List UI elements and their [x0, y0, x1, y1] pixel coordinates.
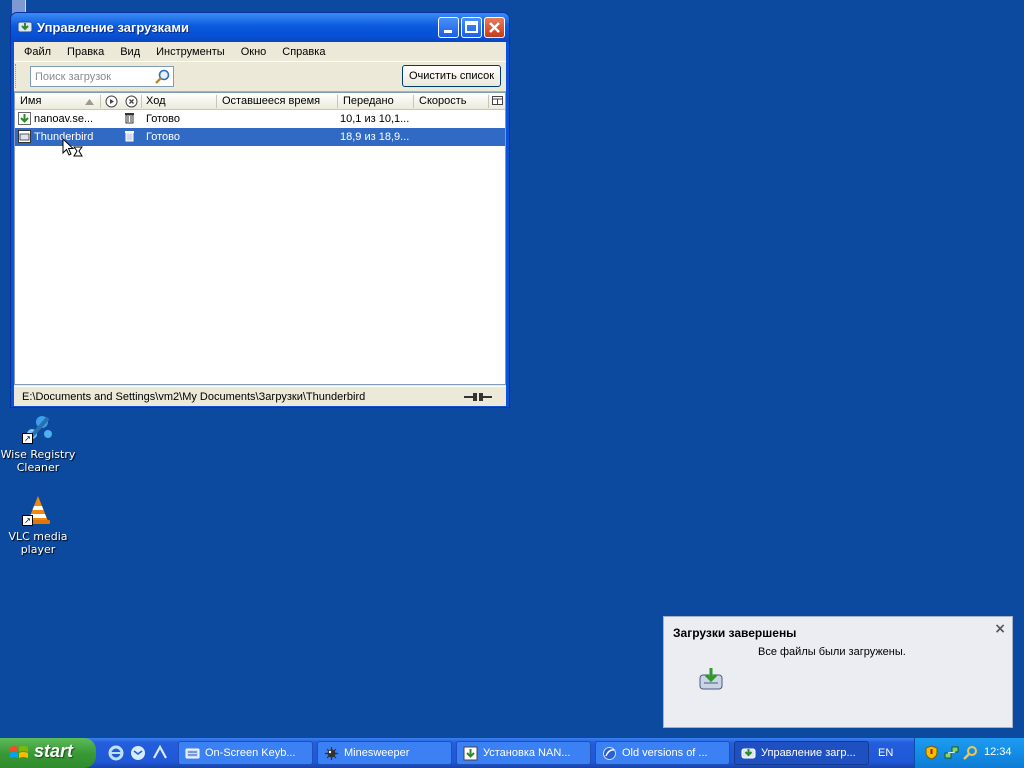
menu-view[interactable]: Вид	[112, 46, 148, 58]
window-body: Файл Правка Вид Инструменты Окно Справка…	[14, 42, 506, 406]
list-item[interactable]: Thunderbird Готово 18,9 из 18,9...	[15, 128, 505, 146]
file-status: Готово	[146, 131, 180, 143]
file-transferred: 18,9 из 18,9...	[340, 131, 410, 143]
status-bar: E:\Documents and Settings\vm2\My Documen…	[14, 386, 506, 406]
start-label: start	[34, 741, 74, 761]
clock: 12:34	[984, 746, 1012, 758]
language-indicator[interactable]: EN	[878, 747, 893, 759]
menu-bar: Файл Правка Вид Инструменты Окно Справка	[14, 42, 506, 62]
menu-help[interactable]: Справка	[274, 46, 333, 58]
column-progress[interactable]: Ход	[146, 95, 166, 107]
security-shield-icon[interactable]	[924, 745, 939, 760]
maximize-button[interactable]	[461, 17, 482, 38]
column-transferred[interactable]: Передано	[343, 95, 394, 107]
search-icon[interactable]	[154, 68, 171, 85]
desktop-icon-vlc[interactable]: ↗ VLC media player	[0, 494, 76, 556]
taskbar-button-label: On-Screen Keyb...	[205, 747, 296, 759]
network-icon[interactable]	[944, 745, 959, 760]
maximize-icon	[465, 21, 478, 33]
internet-explorer-icon[interactable]	[107, 744, 125, 762]
column-name[interactable]: Имя	[20, 95, 41, 107]
close-icon	[489, 22, 500, 33]
file-transferred: 10,1 из 10,1...	[340, 113, 410, 125]
sort-arrow-icon	[85, 99, 94, 105]
shortcut-arrow-icon: ↗	[22, 515, 33, 526]
menu-file[interactable]: Файл	[16, 46, 59, 58]
browser-icon	[603, 747, 616, 760]
notification-close-icon[interactable]: ×	[994, 621, 1006, 637]
desktop-icon-wise-registry[interactable]: ↗ Wise Registry Cleaner	[0, 412, 76, 474]
shortcut-arrow-icon: ↗	[22, 433, 33, 444]
window-title: Управление загрузками	[37, 20, 190, 35]
search-placeholder: Поиск загрузок	[35, 71, 112, 83]
taskbar: start On-Screen Keyb... Minesweeper Уста…	[0, 738, 1024, 768]
taskbar-button-browser[interactable]: Old versions of ...	[595, 741, 730, 765]
toolbar-grip[interactable]	[15, 64, 19, 88]
status-path: E:\Documents and Settings\vm2\My Documen…	[22, 391, 366, 403]
plug-icon	[464, 393, 492, 401]
title-bar[interactable]: Управление загрузками	[11, 13, 509, 42]
system-tray: 12:34	[914, 738, 1024, 768]
file-status: Готово	[146, 113, 180, 125]
wise-registry-icon: ↗	[22, 412, 54, 444]
desktop-icon-label: VLC media player	[8, 530, 68, 556]
exe-file-icon	[18, 130, 31, 143]
minimize-icon	[444, 30, 452, 33]
taskbar-button-downloads[interactable]: Управление загр...	[734, 741, 869, 765]
windows-logo-icon	[10, 746, 28, 758]
notification-title: Загрузки завершены	[673, 626, 797, 640]
mouse-cursor-icon	[62, 138, 83, 157]
download-complete-icon	[699, 668, 723, 690]
mine-icon	[325, 747, 338, 760]
file-name: nanoav.se...	[34, 113, 94, 125]
taskbar-button-installer[interactable]: Установка NAN...	[456, 741, 591, 765]
vlc-cone-icon: ↗	[22, 494, 54, 526]
resume-all-icon[interactable]	[105, 95, 118, 108]
downloads-list: Имя Ход Оставшееся время Передано Скорос…	[14, 92, 506, 385]
download-file-icon	[18, 112, 31, 125]
menu-window[interactable]: Окно	[233, 46, 275, 58]
list-item[interactable]: nanoav.se... Готово 10,1 из 10,1...	[15, 110, 505, 128]
taskbar-button-label: Установка NAN...	[483, 747, 571, 759]
notification-body: Все файлы были загружены.	[758, 646, 906, 658]
search-tray-icon[interactable]	[963, 745, 978, 760]
downloads-app-icon	[17, 21, 33, 33]
list-header: Имя Ход Оставшееся время Передано Скорос…	[15, 93, 505, 110]
trash-icon[interactable]	[125, 130, 134, 142]
column-picker-icon[interactable]	[492, 96, 503, 107]
trash-icon[interactable]	[125, 112, 134, 124]
downloads-complete-notification[interactable]: Загрузки завершены × Все файлы были загр…	[663, 616, 1013, 728]
keyboard-icon	[185, 748, 200, 759]
menu-edit[interactable]: Правка	[59, 46, 112, 58]
cancel-all-icon[interactable]	[125, 95, 138, 108]
column-speed[interactable]: Скорость	[419, 95, 467, 107]
clear-list-button[interactable]: Очистить список	[402, 65, 501, 87]
show-desktop-icon[interactable]	[151, 744, 169, 762]
taskbar-button-label: Old versions of ...	[622, 747, 708, 759]
toolbar: Поиск загрузок Очистить список	[14, 62, 506, 92]
outlook-express-icon[interactable]	[129, 744, 147, 762]
taskbar-button-onscreen-keyboard[interactable]: On-Screen Keyb...	[178, 741, 313, 765]
downloads-app-icon	[741, 748, 756, 759]
taskbar-button-minesweeper[interactable]: Minesweeper	[317, 741, 452, 765]
taskbar-button-label: Minesweeper	[344, 747, 410, 759]
minimize-button[interactable]	[438, 17, 459, 38]
downloads-window: Управление загрузками Файл Правка Вид Ин…	[10, 12, 510, 408]
start-button[interactable]: start	[0, 738, 96, 768]
column-time-left[interactable]: Оставшееся время	[222, 95, 320, 107]
desktop-icon-label: Wise Registry Cleaner	[0, 448, 76, 474]
taskbar-button-label: Управление загр...	[761, 747, 856, 759]
search-input[interactable]: Поиск загрузок	[30, 66, 174, 87]
installer-icon	[463, 746, 478, 761]
close-button[interactable]	[484, 17, 505, 38]
menu-tools[interactable]: Инструменты	[148, 46, 233, 58]
